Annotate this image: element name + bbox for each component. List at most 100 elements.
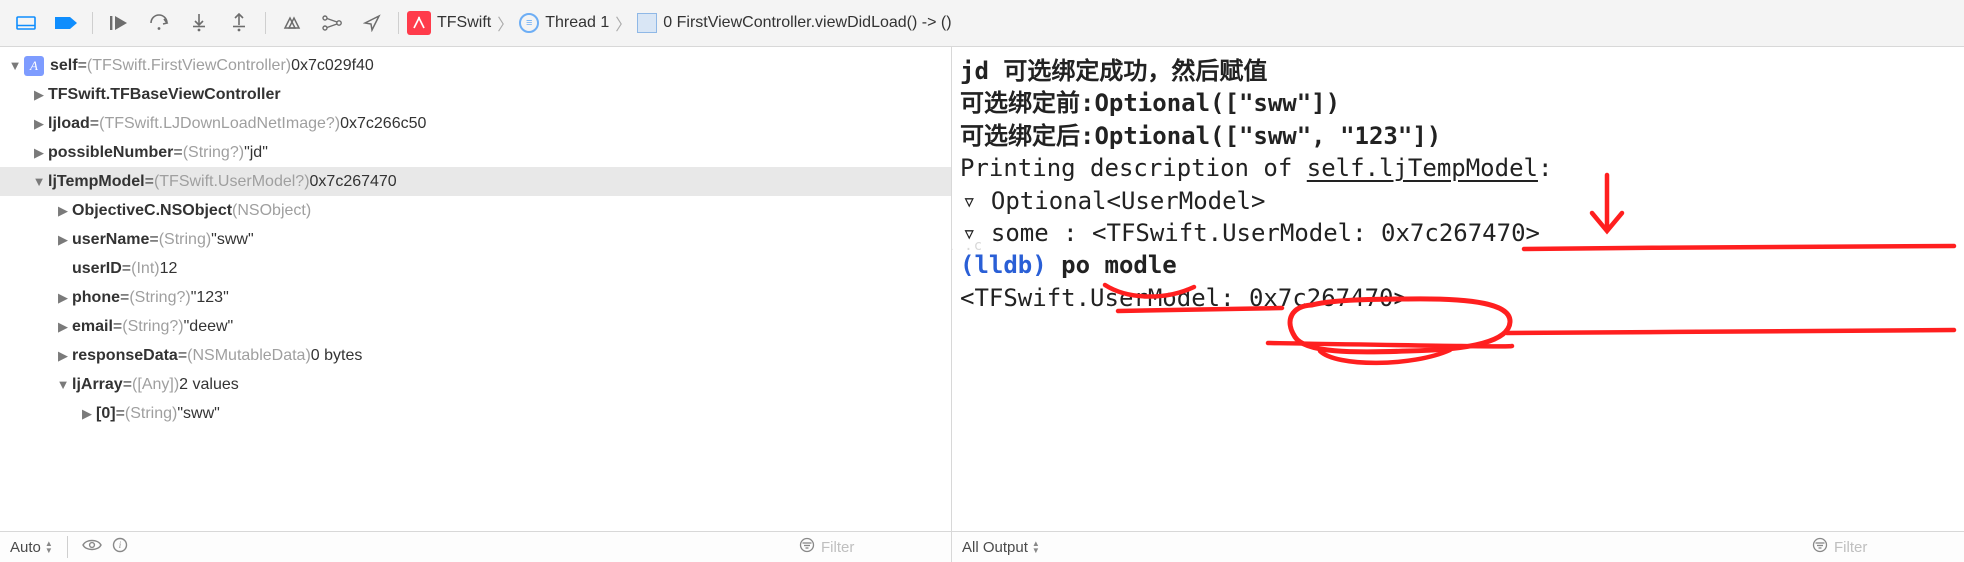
separator	[265, 12, 266, 34]
variable-value: 0x7c029f40	[291, 57, 374, 75]
step-over-icon[interactable]	[141, 8, 177, 38]
console-filter-input[interactable]	[1834, 539, 1954, 556]
variable-row[interactable]: ▶userName = (String) "sww"	[0, 225, 951, 254]
console-pane: http:// l .c jd 可选绑定成功，然后赋值 可选绑定前:Option…	[952, 47, 1964, 562]
variable-type: (String)	[125, 405, 177, 423]
disclosure-triangle-icon[interactable]: ▼	[56, 377, 70, 392]
stackframe-icon	[637, 13, 657, 33]
variable-row[interactable]: ▶[0] = (String) "sww"	[0, 399, 951, 428]
equals-sign: =	[123, 376, 132, 394]
step-into-icon[interactable]	[181, 8, 217, 38]
app-icon	[407, 11, 431, 35]
variable-name: responseData	[72, 347, 178, 365]
variable-name: ljArray	[72, 376, 123, 394]
variable-row[interactable]: ▼Aself = (TFSwift.FirstViewController) 0…	[0, 51, 951, 80]
variable-type: (String?)	[129, 289, 190, 307]
console-line: :	[1538, 154, 1552, 182]
variable-row[interactable]: ▼ljTempModel = (TFSwift.UserModel?) 0x7c…	[0, 167, 951, 196]
variable-row[interactable]: ▶email = (String?) "deew"	[0, 312, 951, 341]
variable-row[interactable]: userID = (Int) 12	[0, 254, 951, 283]
console-line: <TFSwift.UserModel: 0x7c267470>	[960, 282, 1956, 314]
variable-type: (TFSwift.FirstViewController)	[87, 57, 291, 75]
equals-sign: =	[120, 289, 129, 307]
lldb-command: po modle	[1061, 251, 1177, 279]
thread-label[interactable]: Thread 1	[545, 14, 609, 32]
variable-row[interactable]: ▶phone = (String?) "123"	[0, 283, 951, 312]
info-icon[interactable]: i	[112, 537, 128, 557]
console-line: ▿ some : <TFSwift.UserModel: 0x7c267470>	[960, 217, 1956, 249]
svg-text:i: i	[119, 540, 122, 550]
toggle-debug-area-icon[interactable]	[8, 8, 44, 38]
console-line: Printing description of	[960, 154, 1307, 182]
variable-name: userName	[72, 231, 149, 249]
disclosure-triangle-icon[interactable]: ▶	[32, 116, 46, 132]
variable-name: ljTempModel	[48, 173, 145, 191]
breakpoint-icon[interactable]	[48, 8, 84, 38]
variable-value: 0x7c267470	[310, 173, 397, 191]
memory-graph-icon[interactable]	[314, 8, 350, 38]
console-output[interactable]: http:// l .c jd 可选绑定成功，然后赋值 可选绑定前:Option…	[952, 47, 1964, 531]
variable-row[interactable]: ▶ljload = (TFSwift.LJDownLoadNetImage?) …	[0, 109, 951, 138]
console-line: ▿ Optional<UserModel>	[960, 185, 1956, 217]
equals-sign: =	[116, 405, 125, 423]
variable-value: "sww"	[177, 405, 219, 423]
variable-kind-icon: A	[24, 56, 44, 76]
variable-row[interactable]: ▶possibleNumber = (String?) "jd"	[0, 138, 951, 167]
console-line: 可选绑定前:Optional(["sww"])	[960, 87, 1956, 119]
variable-row[interactable]: ▶TFSwift.TFBaseViewController	[0, 80, 951, 109]
variable-name: ObjectiveC.NSObject	[72, 202, 232, 220]
variable-type: (NSObject)	[232, 202, 311, 220]
debug-toolbar: TFSwift 〉 ≡ Thread 1 〉 0 FirstViewContro…	[0, 0, 1964, 47]
up-down-icon: ▲▼	[1032, 540, 1040, 554]
variable-value: "jd"	[244, 144, 268, 162]
console-line: self.ljTempModel	[1307, 154, 1538, 182]
location-icon[interactable]	[354, 8, 390, 38]
equals-sign: =	[145, 173, 154, 191]
variable-value: 12	[160, 260, 178, 278]
equals-sign: =	[78, 57, 87, 75]
stackframe-label[interactable]: 0 FirstViewController.viewDidLoad() -> (…	[663, 14, 951, 32]
variable-name: self	[50, 57, 78, 75]
variable-name: userID	[72, 260, 122, 278]
variable-name: [0]	[96, 405, 116, 423]
console-line: 可选绑定后:Optional(["sww", "123"])	[960, 120, 1956, 152]
separator	[398, 12, 399, 34]
variable-type: (TFSwift.UserModel?)	[154, 173, 310, 191]
filter-icon	[1812, 537, 1828, 557]
variable-value: "123"	[191, 289, 229, 307]
scope-selector[interactable]: Auto ▲▼	[10, 539, 53, 556]
disclosure-triangle-icon[interactable]: ▶	[56, 232, 70, 248]
separator	[67, 536, 68, 558]
output-selector[interactable]: All Output ▲▼	[962, 539, 1040, 556]
disclosure-triangle-icon[interactable]: ▶	[80, 406, 94, 422]
disclosure-triangle-icon[interactable]: ▼	[8, 58, 22, 73]
watermark-text: http:// l .c	[952, 237, 983, 256]
equals-sign: =	[178, 347, 187, 365]
app-name[interactable]: TFSwift	[437, 14, 491, 32]
variable-type: (String)	[159, 231, 211, 249]
disclosure-triangle-icon[interactable]: ▶	[56, 319, 70, 335]
console-line: jd	[960, 57, 1003, 85]
variable-type: (String?)	[122, 318, 183, 336]
variable-name: possibleNumber	[48, 144, 173, 162]
variables-tree[interactable]: ▼Aself = (TFSwift.FirstViewController) 0…	[0, 47, 951, 531]
eye-icon[interactable]	[82, 538, 102, 556]
variable-row[interactable]: ▶ObjectiveC.NSObject (NSObject)	[0, 196, 951, 225]
variable-type: (TFSwift.LJDownLoadNetImage?)	[99, 115, 340, 133]
variable-row[interactable]: ▼ljArray = ([Any]) 2 values	[0, 370, 951, 399]
continue-icon[interactable]	[101, 8, 137, 38]
variable-value: 0 bytes	[311, 347, 363, 365]
disclosure-triangle-icon[interactable]: ▶	[32, 87, 46, 103]
view-debugger-icon[interactable]	[274, 8, 310, 38]
variable-row[interactable]: ▶responseData = (NSMutableData) 0 bytes	[0, 341, 951, 370]
disclosure-triangle-icon[interactable]: ▼	[32, 174, 46, 189]
variables-pane: ▼Aself = (TFSwift.FirstViewController) 0…	[0, 47, 952, 562]
disclosure-triangle-icon[interactable]: ▶	[56, 290, 70, 306]
variables-filter-input[interactable]	[821, 539, 941, 556]
step-out-icon[interactable]	[221, 8, 257, 38]
disclosure-triangle-icon[interactable]: ▶	[56, 348, 70, 364]
disclosure-triangle-icon[interactable]: ▶	[32, 145, 46, 161]
disclosure-triangle-icon[interactable]: ▶	[56, 203, 70, 219]
variable-type: (NSMutableData)	[187, 347, 311, 365]
separator	[92, 12, 93, 34]
